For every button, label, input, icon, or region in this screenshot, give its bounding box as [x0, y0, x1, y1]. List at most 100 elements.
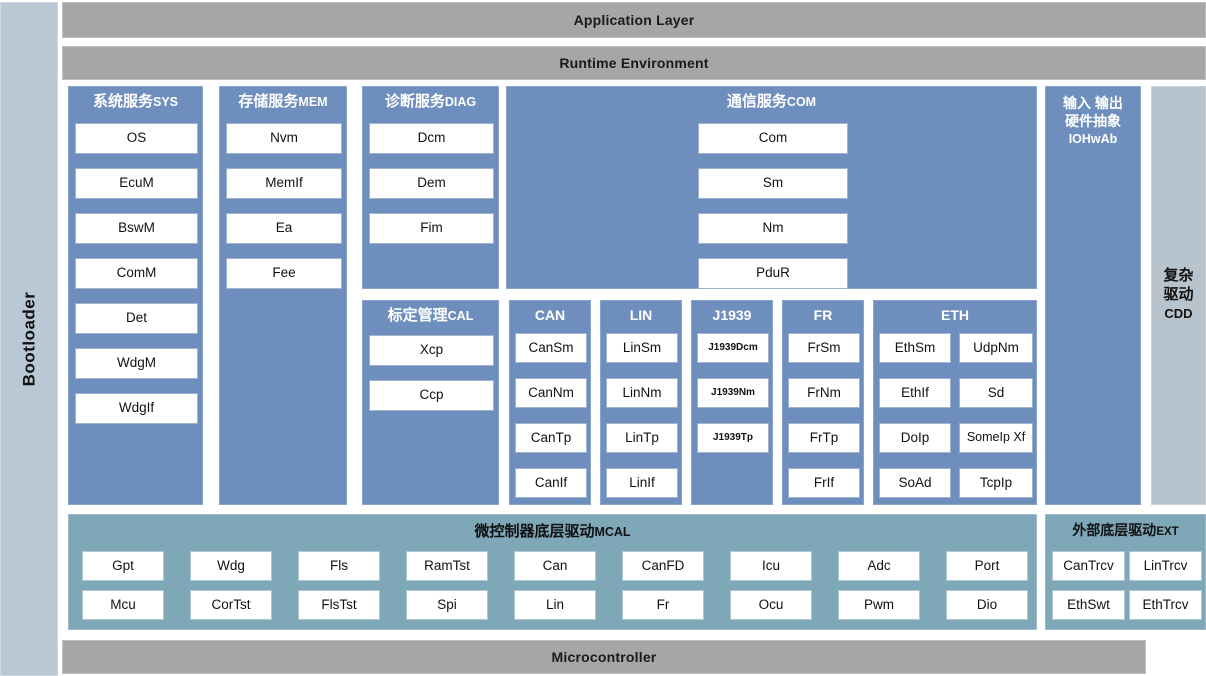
service-column-cal-title: 标定管理CAL	[363, 301, 498, 325]
cal-title-cn: 标定管理	[387, 307, 448, 324]
bus-column-lin: LIN LinSm LinNm LinTp LinIf	[600, 300, 682, 505]
module-adc[interactable]: Adc	[838, 551, 920, 581]
module-dem[interactable]: Dem	[369, 168, 494, 199]
module-frnm[interactable]: FrNm	[788, 378, 860, 408]
module-com[interactable]: Com	[698, 123, 848, 154]
module-cantrcv[interactable]: CanTrcv	[1052, 551, 1125, 581]
module-ccp[interactable]: Ccp	[369, 380, 494, 411]
bus-column-can-title: CAN	[534, 307, 566, 323]
runtime-environment-label: Runtime Environment	[559, 55, 709, 71]
module-fim[interactable]: Fim	[369, 213, 494, 244]
module-someipxf[interactable]: SomeIp Xf	[959, 423, 1033, 453]
mcal-title-cn: 微控制器底层驱动	[474, 523, 595, 540]
module-udpnm[interactable]: UdpNm	[959, 333, 1033, 363]
module-j1939tp[interactable]: J1939Tp	[697, 423, 769, 453]
module-pwm[interactable]: Pwm	[838, 590, 920, 620]
module-comm[interactable]: ComM	[75, 258, 198, 289]
module-linsm[interactable]: LinSm	[606, 333, 678, 363]
module-fls[interactable]: Fls	[298, 551, 380, 581]
module-nvm[interactable]: Nvm	[226, 123, 342, 154]
module-linif[interactable]: LinIf	[606, 468, 678, 498]
module-lin[interactable]: Lin	[514, 590, 596, 620]
module-flstst[interactable]: FlsTst	[298, 590, 380, 620]
module-cansm[interactable]: CanSm	[515, 333, 587, 363]
module-ecum[interactable]: EcuM	[75, 168, 198, 199]
module-fr[interactable]: Fr	[622, 590, 704, 620]
sys-title-abbr: SYS	[153, 95, 179, 109]
module-det[interactable]: Det	[75, 303, 198, 334]
module-j1939nm[interactable]: J1939Nm	[697, 378, 769, 408]
module-nm[interactable]: Nm	[698, 213, 848, 244]
module-canfd[interactable]: CanFD	[622, 551, 704, 581]
module-icu[interactable]: Icu	[730, 551, 812, 581]
runtime-environment-bar: Runtime Environment	[62, 46, 1206, 80]
module-ethswt[interactable]: EthSwt	[1052, 590, 1125, 620]
bus-column-j1939-title: J1939	[712, 307, 752, 323]
module-frif[interactable]: FrIf	[788, 468, 860, 498]
diag-title-cn: 诊断服务	[384, 93, 445, 110]
module-ea[interactable]: Ea	[226, 213, 342, 244]
bootloader-label: Bootloader	[19, 291, 39, 387]
module-os[interactable]: OS	[75, 123, 198, 154]
module-cannm[interactable]: CanNm	[515, 378, 587, 408]
module-wdgm[interactable]: WdgM	[75, 348, 198, 379]
diag-title-abbr: DIAG	[444, 95, 477, 109]
bus-column-fr-title: FR	[813, 307, 833, 323]
ext-title-abbr: EXT	[1156, 526, 1179, 538]
module-lintrcv[interactable]: LinTrcv	[1129, 551, 1202, 581]
module-pdur[interactable]: PduR	[698, 258, 848, 289]
ext-title: 外部底层驱动EXT	[1046, 515, 1205, 540]
module-dio[interactable]: Dio	[946, 590, 1028, 620]
module-canif[interactable]: CanIf	[515, 468, 587, 498]
mcal-title: 微控制器底层驱动MCAL	[69, 515, 1036, 541]
bus-column-can: CAN CanSm CanNm CanTp CanIf	[509, 300, 591, 505]
module-can[interactable]: Can	[514, 551, 596, 581]
module-linnm[interactable]: LinNm	[606, 378, 678, 408]
cdd-title-abbr: CDD	[1164, 305, 1193, 321]
service-column-com-title: 通信服务COM	[507, 87, 1036, 111]
module-frtp[interactable]: FrTp	[788, 423, 860, 453]
module-soad[interactable]: SoAd	[879, 468, 951, 498]
microcontroller-bar: Microcontroller	[62, 640, 1146, 674]
bootloader-rail: Bootloader	[0, 2, 58, 676]
module-doip[interactable]: DoIp	[879, 423, 951, 453]
module-wdg[interactable]: Wdg	[190, 551, 272, 581]
com-title-cn: 通信服务	[726, 93, 787, 110]
module-port[interactable]: Port	[946, 551, 1028, 581]
module-cantp[interactable]: CanTp	[515, 423, 587, 453]
module-dcm[interactable]: Dcm	[369, 123, 494, 154]
module-xcp[interactable]: Xcp	[369, 335, 494, 366]
module-fee[interactable]: Fee	[226, 258, 342, 289]
module-cortst[interactable]: CorTst	[190, 590, 272, 620]
module-lintp[interactable]: LinTp	[606, 423, 678, 453]
module-ethif[interactable]: EthIf	[879, 378, 951, 408]
module-frsm[interactable]: FrSm	[788, 333, 860, 363]
ext-title-cn: 外部底层驱动	[1072, 522, 1157, 538]
module-sm[interactable]: Sm	[698, 168, 848, 199]
autosar-architecture-diagram: Application Layer Runtime Environment Bo…	[0, 0, 1206, 676]
service-column-mem-title: 存储服务MEM	[220, 87, 346, 111]
module-ethsm[interactable]: EthSm	[879, 333, 951, 363]
iohwab-title-line1: 输入 输出	[1063, 95, 1123, 111]
module-gpt[interactable]: Gpt	[82, 551, 164, 581]
ext-band: 外部底层驱动EXT CanTrcv LinTrcv EthSwt EthTrcv	[1045, 514, 1206, 630]
service-column-sys-title: 系统服务SYS	[69, 87, 202, 111]
application-layer-label: Application Layer	[573, 12, 695, 28]
service-column-diag-title: 诊断服务DIAG	[363, 87, 498, 111]
service-column-cal: 标定管理CAL Xcp Ccp	[362, 300, 499, 505]
module-ramtst[interactable]: RamTst	[406, 551, 488, 581]
module-ethtrcv[interactable]: EthTrcv	[1129, 590, 1202, 620]
service-column-sys: 系统服务SYS OS EcuM BswM ComM Det WdgM WdgIf	[68, 86, 203, 505]
module-spi[interactable]: Spi	[406, 590, 488, 620]
module-j1939dcm[interactable]: J1939Dcm	[697, 333, 769, 363]
module-bswm[interactable]: BswM	[75, 213, 198, 244]
service-column-iohwab-title: 输入 输出 硬件抽象 IOHwAb	[1046, 87, 1140, 148]
module-memif[interactable]: MemIf	[226, 168, 342, 199]
module-wdgif[interactable]: WdgIf	[75, 393, 198, 424]
module-ocu[interactable]: Ocu	[730, 590, 812, 620]
module-mcu[interactable]: Mcu	[82, 590, 164, 620]
module-sd[interactable]: Sd	[959, 378, 1033, 408]
cdd-title-line2: 驱动	[1163, 286, 1194, 304]
mem-title-cn: 存储服务	[238, 93, 299, 110]
module-tcpip[interactable]: TcpIp	[959, 468, 1033, 498]
